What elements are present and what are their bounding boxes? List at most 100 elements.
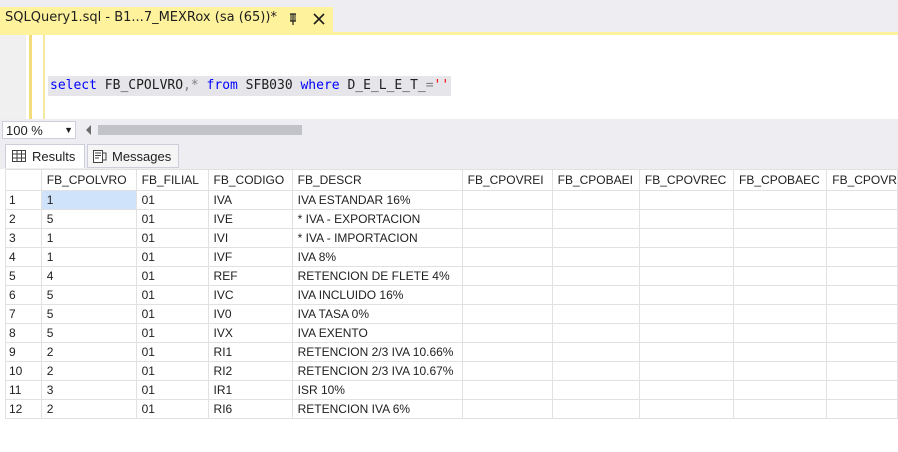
grid-cell[interactable] xyxy=(733,190,828,210)
grid-cell[interactable] xyxy=(638,323,735,343)
grid-cell[interactable] xyxy=(733,361,828,381)
grid-cell[interactable] xyxy=(638,285,735,305)
grid-cell[interactable] xyxy=(638,266,735,286)
row-number-cell[interactable]: 11 xyxy=(5,380,42,400)
row-number-cell[interactable]: 6 xyxy=(5,285,42,305)
grid-cell[interactable] xyxy=(826,190,898,210)
grid-cell[interactable]: RETENCION 2/3 IVA 10.67% xyxy=(291,361,463,381)
grid-cell[interactable] xyxy=(461,361,553,381)
grid-cell[interactable] xyxy=(551,380,640,400)
column-header[interactable]: FB_CPOBAEI xyxy=(551,169,640,191)
grid-cell[interactable] xyxy=(826,380,898,400)
grid-cell[interactable]: IVA ESTANDAR 16% xyxy=(291,190,463,210)
grid-cell[interactable] xyxy=(461,228,553,248)
grid-cell[interactable]: IVA TASA 0% xyxy=(291,304,463,324)
grid-cell[interactable]: IVA EXENTO xyxy=(291,323,463,343)
grid-cell[interactable] xyxy=(638,361,735,381)
row-number-cell[interactable]: 7 xyxy=(5,304,42,324)
grid-cell[interactable] xyxy=(551,304,640,324)
grid-cell[interactable]: 01 xyxy=(135,266,209,286)
grid-cell[interactable] xyxy=(638,399,735,419)
grid-cell[interactable] xyxy=(826,285,898,305)
query-editor[interactable]: select FB_CPOLVRO,* from SFB030 where D_… xyxy=(0,35,898,119)
grid-cell[interactable] xyxy=(461,304,553,324)
grid-cell[interactable]: 01 xyxy=(135,380,209,400)
horizontal-scrollbar-thumb[interactable] xyxy=(98,125,302,135)
grid-cell[interactable] xyxy=(733,247,828,267)
table-row[interactable]: 7 5 01 IV0 IVA TASA 0% xyxy=(5,304,898,324)
table-row[interactable]: 9 2 01 RI1 RETENCION 2/3 IVA 10.66% xyxy=(5,342,898,362)
tab-messages[interactable]: Messages xyxy=(87,144,179,168)
grid-cell[interactable]: 01 xyxy=(135,342,209,362)
grid-cell[interactable] xyxy=(826,266,898,286)
grid-cell[interactable] xyxy=(551,323,640,343)
tab-results[interactable]: Results xyxy=(5,144,85,168)
column-header[interactable]: FB_CPOVR xyxy=(826,169,898,191)
column-header[interactable]: FB_CPOBAEC xyxy=(733,169,828,191)
grid-cell[interactable] xyxy=(461,209,553,229)
sql-code-line[interactable]: select FB_CPOLVRO,* from SFB030 where D_… xyxy=(48,76,452,96)
grid-cell[interactable] xyxy=(461,342,553,362)
grid-cell[interactable]: 01 xyxy=(135,209,209,229)
table-row[interactable]: 12 2 01 RI6 RETENCION IVA 6% xyxy=(5,399,898,419)
grid-cell[interactable] xyxy=(826,399,898,419)
row-number-cell[interactable]: 10 xyxy=(5,361,42,381)
column-header[interactable]: FB_CPOVREI xyxy=(461,169,553,191)
grid-cell[interactable]: 01 xyxy=(135,247,209,267)
grid-cell[interactable]: RI6 xyxy=(207,399,293,419)
grid-cell[interactable] xyxy=(551,266,640,286)
grid-cell[interactable] xyxy=(551,209,640,229)
table-row[interactable]: 10 2 01 RI2 RETENCION 2/3 IVA 10.67% xyxy=(5,361,898,381)
grid-cell[interactable] xyxy=(826,323,898,343)
grid-cell[interactable] xyxy=(826,228,898,248)
grid-cell[interactable]: IVA 8% xyxy=(291,247,463,267)
grid-cell[interactable]: 5 xyxy=(40,285,137,305)
grid-cell[interactable]: 01 xyxy=(135,399,209,419)
column-header[interactable]: FB_CPOVREC xyxy=(638,169,735,191)
grid-cell[interactable]: 5 xyxy=(40,209,137,229)
grid-cell[interactable] xyxy=(826,209,898,229)
grid-cell[interactable]: 2 xyxy=(40,361,137,381)
grid-cell[interactable]: 01 xyxy=(135,361,209,381)
grid-cell[interactable]: ISR 10% xyxy=(291,380,463,400)
grid-cell[interactable] xyxy=(638,228,735,248)
grid-cell[interactable] xyxy=(461,190,553,210)
pin-icon[interactable] xyxy=(286,12,300,26)
grid-cell[interactable] xyxy=(826,342,898,362)
grid-cell[interactable] xyxy=(551,190,640,210)
table-row[interactable]: 1 1 01 IVA IVA ESTANDAR 16% xyxy=(5,190,898,210)
grid-cell[interactable]: 01 xyxy=(135,304,209,324)
grid-cell[interactable] xyxy=(461,323,553,343)
row-number-cell[interactable]: 1 xyxy=(5,190,42,210)
grid-cell[interactable]: 5 xyxy=(40,323,137,343)
grid-cell[interactable]: RETENCION 2/3 IVA 10.66% xyxy=(291,342,463,362)
table-row[interactable]: 3 1 01 IVI * IVA - IMPORTACION xyxy=(5,228,898,248)
close-icon[interactable] xyxy=(312,12,326,26)
table-row[interactable]: 11 3 01 IR1 ISR 10% xyxy=(5,380,898,400)
grid-cell[interactable]: IVE xyxy=(207,209,293,229)
grid-cell[interactable]: IVA xyxy=(207,190,293,210)
grid-cell[interactable] xyxy=(733,304,828,324)
grid-cell[interactable] xyxy=(461,247,553,267)
column-header[interactable]: FB_FILIAL xyxy=(135,169,209,191)
grid-cell[interactable] xyxy=(638,304,735,324)
row-number-cell[interactable]: 2 xyxy=(5,209,42,229)
grid-cell[interactable] xyxy=(551,399,640,419)
table-row[interactable]: 4 1 01 IVF IVA 8% xyxy=(5,247,898,267)
table-row[interactable]: 5 4 01 REF RETENCION DE FLETE 4% xyxy=(5,266,898,286)
grid-cell[interactable]: 1 xyxy=(40,228,137,248)
grid-cell[interactable]: * IVA - IMPORTACION xyxy=(291,228,463,248)
column-header[interactable]: FB_CPOLVRO xyxy=(40,169,137,191)
grid-corner-cell[interactable] xyxy=(5,169,42,191)
grid-cell[interactable]: REF xyxy=(207,266,293,286)
grid-cell[interactable] xyxy=(551,285,640,305)
zoom-dropdown[interactable]: 100 % ▼ xyxy=(2,121,76,139)
grid-cell[interactable]: * IVA - EXPORTACION xyxy=(291,209,463,229)
row-number-cell[interactable]: 12 xyxy=(5,399,42,419)
grid-cell[interactable] xyxy=(461,266,553,286)
grid-cell[interactable]: IVX xyxy=(207,323,293,343)
grid-cell[interactable]: 01 xyxy=(135,190,209,210)
grid-cell[interactable] xyxy=(733,285,828,305)
row-number-cell[interactable]: 3 xyxy=(5,228,42,248)
row-number-cell[interactable]: 4 xyxy=(5,247,42,267)
